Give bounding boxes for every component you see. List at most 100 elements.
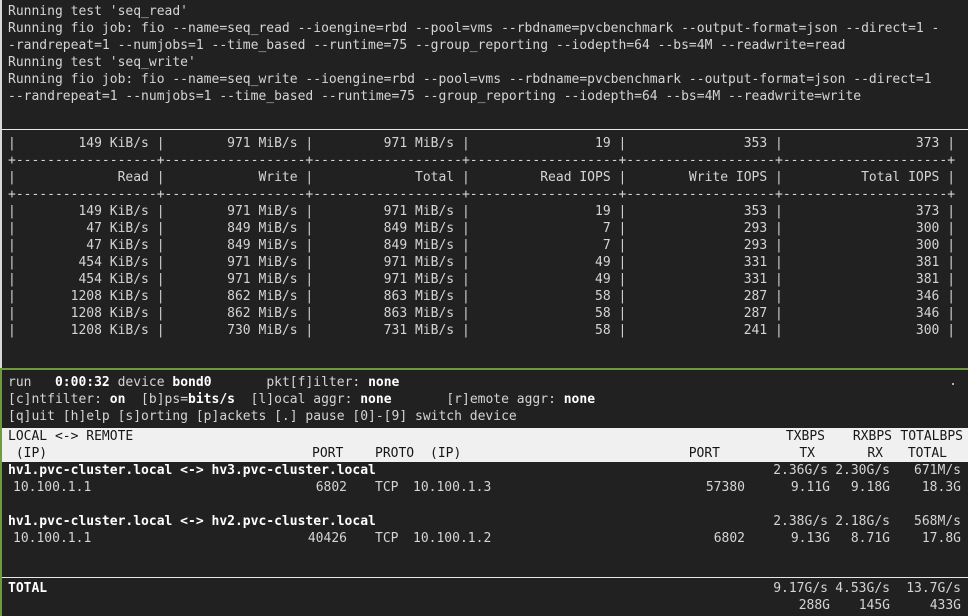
pktfilter-value: none: [368, 375, 399, 390]
total-label: TOTAL: [8, 581, 47, 596]
storage-table-line: +------------------+------------------+-…: [8, 186, 968, 203]
jnettop-table-header: LOCAL <-> REMOTE TXBPS RXBPS TOTALBPS (IP) P…: [2, 428, 968, 462]
port-header: PORT: [312, 445, 343, 462]
connection-local-ip: 10.100.1.1: [13, 479, 91, 496]
remote-aggr-value: none: [564, 392, 595, 407]
connection-local-ip: 10.100.1.1: [13, 530, 91, 547]
local-aggr-value: none: [360, 392, 391, 407]
connection-block: hv1.pvc-cluster.local <-> hv2.pvc-cluste…: [8, 513, 968, 564]
connection-protocol: TCP: [375, 530, 398, 547]
header-row-2: (IP) PORT PROTO (IP) PORT TX RX TOTAL: [8, 445, 968, 462]
connection-hosts: hv1.pvc-cluster.local <-> hv3.pvc-cluste…: [8, 463, 376, 478]
connection-remote-ip: 10.100.1.3: [413, 479, 491, 496]
jnettop-options-line: [c]ntfilter: on [b]ps=bits/s [l]ocal agg…: [8, 391, 968, 408]
local-remote-header: LOCAL <-> REMOTE: [8, 429, 133, 444]
totals-volume-row: 288G 145G 433G: [8, 597, 968, 614]
remote-port-header: PORT: [689, 445, 720, 462]
connection-hosts: hv1.pvc-cluster.local <-> hv2.pvc-cluste…: [8, 514, 376, 529]
jnettop-help-line: [q]uit [h]elp [s]orting [p]ackets [.] pa…: [8, 408, 968, 425]
blank-line: [8, 547, 968, 564]
local-aggr-label: [l]ocal aggr:: [235, 392, 360, 407]
total-tx-rate: 9.17G/s: [773, 580, 828, 597]
txbps-header: TXBPS: [786, 428, 825, 445]
storage-table-line: | 47 KiB/s | 849 MiB/s | 849 MiB/s | 7 |…: [8, 237, 968, 254]
runtime-value: 0:00:32: [55, 375, 110, 390]
header-row-1: LOCAL <-> REMOTE TXBPS RXBPS TOTALBPS: [8, 428, 968, 445]
tx-header: TX: [799, 445, 815, 462]
storage-table-line: | 47 KiB/s | 849 MiB/s | 849 MiB/s | 7 |…: [8, 220, 968, 237]
connection-tx-rate: 2.38G/s: [773, 513, 828, 530]
activity-indicator: .: [949, 373, 957, 390]
connection-hosts-row: hv1.pvc-cluster.local <-> hv3.pvc-cluste…: [8, 462, 968, 479]
connection-remote-ip: 10.100.1.2: [413, 530, 491, 547]
connection-block: hv1.pvc-cluster.local <-> hv3.pvc-cluste…: [8, 462, 968, 513]
cntfilter-label: [c]ntfilter:: [8, 392, 110, 407]
remote-ip-header: (IP): [430, 445, 461, 462]
fio-log-line: -randrepeat=1 --numjobs=1 --time_based -…: [8, 37, 968, 54]
rx-header: RX: [867, 445, 883, 462]
storage-table-line: | 1208 KiB/s | 862 MiB/s | 863 MiB/s | 5…: [8, 305, 968, 322]
fio-log-line: --randrepeat=1 --numjobs=1 --time_based …: [8, 88, 968, 105]
storage-table-line: | 149 KiB/s | 971 MiB/s | 971 MiB/s | 19…: [8, 135, 968, 152]
connection-remote-port: 6802: [714, 530, 745, 547]
fio-log: Running test 'seq_read'Running fio job: …: [8, 3, 968, 105]
total-divider: [2, 577, 968, 578]
connection-tx-total: 9.13G: [791, 530, 830, 547]
connection-protocol: TCP: [375, 479, 398, 496]
benchmark-pane: Running test 'seq_read'Running fio job: …: [0, 0, 968, 368]
storage-table-line: +------------------+------------------+-…: [8, 152, 968, 169]
total-volume: 433G: [930, 597, 961, 614]
section-divider: [2, 129, 968, 130]
storage-benchmark-table: | 149 KiB/s | 971 MiB/s | 971 MiB/s | 19…: [8, 135, 968, 339]
connection-tx-total: 9.11G: [791, 479, 830, 496]
storage-table-line: | Read | Write | Total | Read IOPS | Wri…: [8, 169, 968, 186]
connection-local-port: 40426: [308, 530, 347, 547]
total-rx-volume: 145G: [859, 597, 890, 614]
totals-rate-row: TOTAL 9.17G/s 4.53G/s 13.7G/s: [8, 580, 968, 597]
storage-table-line: | 149 KiB/s | 971 MiB/s | 971 MiB/s | 19…: [8, 203, 968, 220]
connection-total-rate: 671M/s: [914, 462, 961, 479]
connection-detail-row: 10.100.1.1 40426 TCP 10.100.1.2 6802 9.13G 8.7…: [8, 530, 968, 547]
connection-tx-rate: 2.36G/s: [773, 462, 828, 479]
connection-rx-total: 8.71G: [851, 530, 890, 547]
total-rate: 13.7G/s: [906, 580, 961, 597]
jnettop-pane: . run 0:00:32 device bond0 pkt[f]ilter: …: [0, 370, 968, 616]
fio-log-line: Running fio job: fio --name=seq_read --i…: [8, 20, 968, 37]
totalbps-header: TOTALBPS: [900, 428, 963, 445]
connection-grand-total: 17.8G: [922, 530, 961, 547]
remote-aggr-label: [r]emote aggr:: [392, 392, 564, 407]
total-tx-volume: 288G: [799, 597, 830, 614]
connection-local-port: 6802: [316, 479, 347, 496]
run-label: run: [8, 375, 55, 390]
connection-remote-port: 57380: [706, 479, 745, 496]
fio-log-line: Running fio job: fio --name=seq_write --…: [8, 71, 968, 88]
storage-table-line: | 1208 KiB/s | 730 MiB/s | 731 MiB/s | 5…: [8, 322, 968, 339]
blank-line: [8, 496, 968, 513]
connection-grand-total: 18.3G: [922, 479, 961, 496]
proto-header: PROTO: [375, 445, 414, 462]
bps-value: bits/s: [188, 392, 235, 407]
cntfilter-value: on: [110, 392, 126, 407]
fio-log-line: Running test 'seq_read': [8, 3, 968, 20]
storage-table-line: | 1208 KiB/s | 862 MiB/s | 863 MiB/s | 5…: [8, 288, 968, 305]
connection-rx-rate: 2.30G/s: [835, 462, 890, 479]
terminal-screen: Running test 'seq_read'Running fio job: …: [0, 0, 968, 616]
connection-list: hv1.pvc-cluster.local <-> hv3.pvc-cluste…: [8, 462, 968, 564]
jnettop-status-line: run 0:00:32 device bond0 pkt[f]ilter: no…: [8, 374, 968, 391]
device-value: bond0: [172, 375, 211, 390]
rxbps-header: RXBPS: [853, 428, 892, 445]
connection-total-rate: 568M/s: [914, 513, 961, 530]
device-label: device: [110, 375, 173, 390]
bps-label: [b]ps=: [125, 392, 188, 407]
total-rx-rate: 4.53G/s: [835, 580, 890, 597]
ip-header: (IP): [8, 446, 47, 461]
fio-log-line: Running test 'seq_write': [8, 54, 968, 71]
pktfilter-label: pkt[f]ilter:: [212, 375, 369, 390]
total-header: TOTAL: [908, 445, 947, 462]
connection-rx-rate: 2.18G/s: [835, 513, 890, 530]
connection-rx-total: 9.18G: [851, 479, 890, 496]
storage-table-line: | 454 KiB/s | 971 MiB/s | 971 MiB/s | 49…: [8, 254, 968, 271]
connection-hosts-row: hv1.pvc-cluster.local <-> hv2.pvc-cluste…: [8, 513, 968, 530]
connection-detail-row: 10.100.1.1 6802 TCP 10.100.1.3 57380 9.11G 9.1…: [8, 479, 968, 496]
storage-table-line: | 454 KiB/s | 971 MiB/s | 971 MiB/s | 49…: [8, 271, 968, 288]
